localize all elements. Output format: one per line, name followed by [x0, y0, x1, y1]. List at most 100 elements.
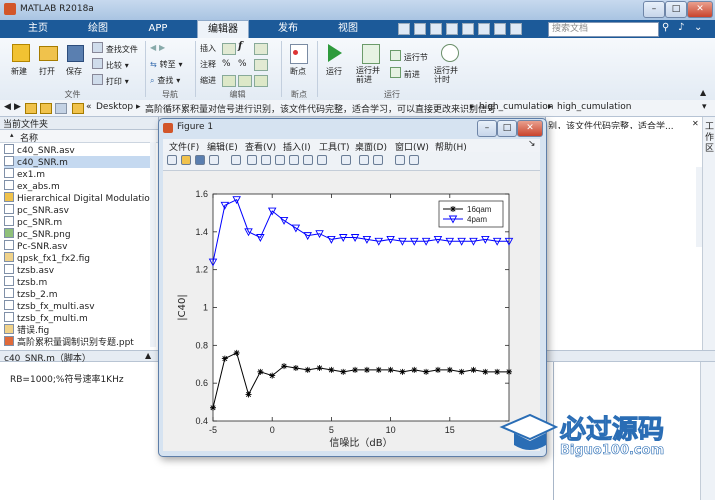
figure-close-button[interactable]: ✕	[517, 120, 543, 137]
data-point[interactable]	[434, 366, 441, 373]
file-list-item[interactable]: tzsb_fx_multi.m	[4, 312, 156, 324]
file-list-item[interactable]: tzsb_2.m	[4, 288, 156, 300]
breakpoints-button[interactable]: 断点	[285, 42, 313, 87]
menu-dock-arrow-icon[interactable]: ↘	[528, 139, 536, 149]
insert-colorbar-icon[interactable]	[359, 155, 369, 165]
breadcrumb-high-cumulation-sub[interactable]: high_cumulation	[557, 102, 632, 112]
open-file-icon[interactable]	[181, 155, 191, 165]
up-folder-icon[interactable]	[25, 103, 37, 114]
rotate-3d-icon[interactable]	[289, 155, 299, 165]
file-list-item[interactable]: c40_SNR.m	[4, 156, 156, 168]
editor-close-icon[interactable]: ✕	[692, 119, 702, 129]
data-point[interactable]	[328, 366, 335, 373]
save-icon[interactable]	[398, 23, 410, 35]
edit-plot-arrow-icon[interactable]	[231, 155, 241, 165]
insert-function-icon[interactable]	[254, 43, 268, 55]
data-point[interactable]	[458, 368, 465, 375]
link-plot-icon[interactable]	[341, 155, 351, 165]
tab-view[interactable]: 视图	[328, 20, 368, 38]
data-point[interactable]	[352, 366, 359, 373]
wrap-comments-icon[interactable]	[254, 59, 268, 71]
indent-button[interactable]: 缩进	[200, 75, 220, 87]
file-list-item[interactable]: qpsk_fx1_fx2.fig	[4, 252, 156, 264]
data-point[interactable]	[292, 365, 299, 372]
collapse-ribbon-icon[interactable]: ▲	[700, 88, 710, 98]
file-list-item[interactable]: tzsb.asv	[4, 264, 156, 276]
data-point[interactable]	[340, 368, 347, 375]
compare-button[interactable]: 比较 ▾	[92, 58, 132, 70]
new-figure-icon[interactable]	[167, 155, 177, 165]
search-icon[interactable]: ⚲	[662, 22, 673, 35]
file-list-item[interactable]: tzsb.m	[4, 276, 156, 288]
forward-arrow-icon[interactable]: ▶	[14, 102, 21, 112]
function-fx-icon[interactable]: f	[238, 41, 250, 53]
address-bar[interactable]: ◀ ▶ « Desktop ▸ 高阶循环累积量对信号进行识别，该文件代码完整，适…	[0, 100, 715, 117]
details-collapse-icon[interactable]: ▲	[145, 351, 151, 360]
data-point[interactable]	[411, 366, 418, 373]
data-point[interactable]	[281, 363, 288, 370]
breadcrumb-high-cumulation[interactable]: high_cumulation	[479, 102, 554, 112]
file-list-item[interactable]: 错误.fig	[4, 324, 156, 336]
chevron-down-icon[interactable]: ▾	[702, 102, 707, 112]
decrease-indent-icon[interactable]	[254, 75, 268, 87]
zoom-out-icon[interactable]	[261, 155, 271, 165]
goto-button[interactable]: ⇆ 转至 ▾	[150, 59, 195, 71]
run-section-button[interactable]: 运行节	[390, 50, 430, 62]
help-icon[interactable]	[510, 23, 522, 35]
file-list-scrollbar[interactable]	[150, 142, 156, 347]
insert-button[interactable]: 插入	[200, 43, 220, 55]
file-list-item[interactable]: ex1.m	[4, 168, 156, 180]
file-list-item[interactable]: pc_SNR.m	[4, 216, 156, 228]
data-point[interactable]	[233, 349, 240, 356]
breadcrumb-project-folder[interactable]: 高阶循环累积量对信号进行识别，该文件代码完整，适合学习，可以直接更改来识别信号	[145, 102, 496, 115]
maximize-button[interactable]: □	[665, 1, 687, 18]
data-point[interactable]	[387, 366, 394, 373]
data-point[interactable]	[494, 368, 501, 375]
print-figure-icon[interactable]	[209, 155, 219, 165]
smart-indent-icon[interactable]	[222, 75, 236, 87]
find-files-button[interactable]: 查找文件	[92, 42, 142, 54]
uncomment-icon[interactable]: %	[238, 59, 250, 69]
editor-tab-title[interactable]: 别，该文件代码完整，适合学...	[548, 119, 693, 129]
search-documentation-input[interactable]: 搜索文档	[548, 22, 659, 37]
data-point[interactable]	[269, 372, 276, 379]
close-button[interactable]: ✕	[687, 1, 713, 18]
data-point[interactable]	[506, 368, 512, 375]
data-point[interactable]	[210, 404, 216, 411]
browse-folder-icon[interactable]	[40, 103, 52, 114]
tab-home[interactable]: 主页	[18, 20, 58, 38]
new-button[interactable]: 新建	[6, 42, 34, 87]
file-list-item[interactable]: tzsb_fx_multi.asv	[4, 300, 156, 312]
minimize-button[interactable]: –	[643, 1, 665, 18]
data-point[interactable]	[423, 368, 430, 375]
tab-publish[interactable]: 发布	[268, 20, 308, 38]
redo-icon[interactable]	[478, 23, 490, 35]
find-button[interactable]: ⌕ 查找 ▾	[150, 75, 195, 87]
workspace-sidebar[interactable]: 工作区	[702, 117, 715, 357]
advance-button[interactable]: 前进	[390, 67, 430, 79]
comment-button[interactable]: 注释	[200, 59, 220, 71]
figure-minimize-button[interactable]: –	[477, 120, 497, 137]
hide-plot-tools-icon[interactable]	[395, 155, 405, 165]
search-folder-icon[interactable]	[55, 103, 67, 114]
tab-editor[interactable]: 编辑器	[197, 20, 249, 39]
paste-icon[interactable]	[446, 23, 458, 35]
run-and-advance-button[interactable]: 运行并 前进	[354, 42, 386, 87]
switch-windows-icon[interactable]	[494, 23, 506, 35]
file-list-item[interactable]: Pc-SNR.asv	[4, 240, 156, 252]
data-point[interactable]	[363, 366, 370, 373]
print-button[interactable]: 打印 ▾	[92, 74, 132, 86]
cut-icon[interactable]	[414, 23, 426, 35]
data-point[interactable]	[257, 368, 264, 375]
back-arrow-icon[interactable]: ◀	[4, 102, 11, 112]
workspace-tab[interactable]: 工作区	[705, 122, 715, 155]
pan-hand-icon[interactable]	[275, 155, 285, 165]
data-point[interactable]	[245, 391, 252, 398]
figure-maximize-button[interactable]: □	[497, 120, 517, 137]
figure-window[interactable]: Figure 1 – □ ✕ 文件(F) 编辑(E) 查看(V) 插入(I) 工…	[158, 118, 547, 457]
run-and-time-button[interactable]: 运行并 计时	[432, 42, 466, 87]
tab-plots[interactable]: 绘图	[78, 20, 118, 38]
insert-legend-icon[interactable]	[373, 155, 383, 165]
file-list-item[interactable]: pc_SNR.png	[4, 228, 156, 240]
data-point[interactable]	[482, 368, 489, 375]
